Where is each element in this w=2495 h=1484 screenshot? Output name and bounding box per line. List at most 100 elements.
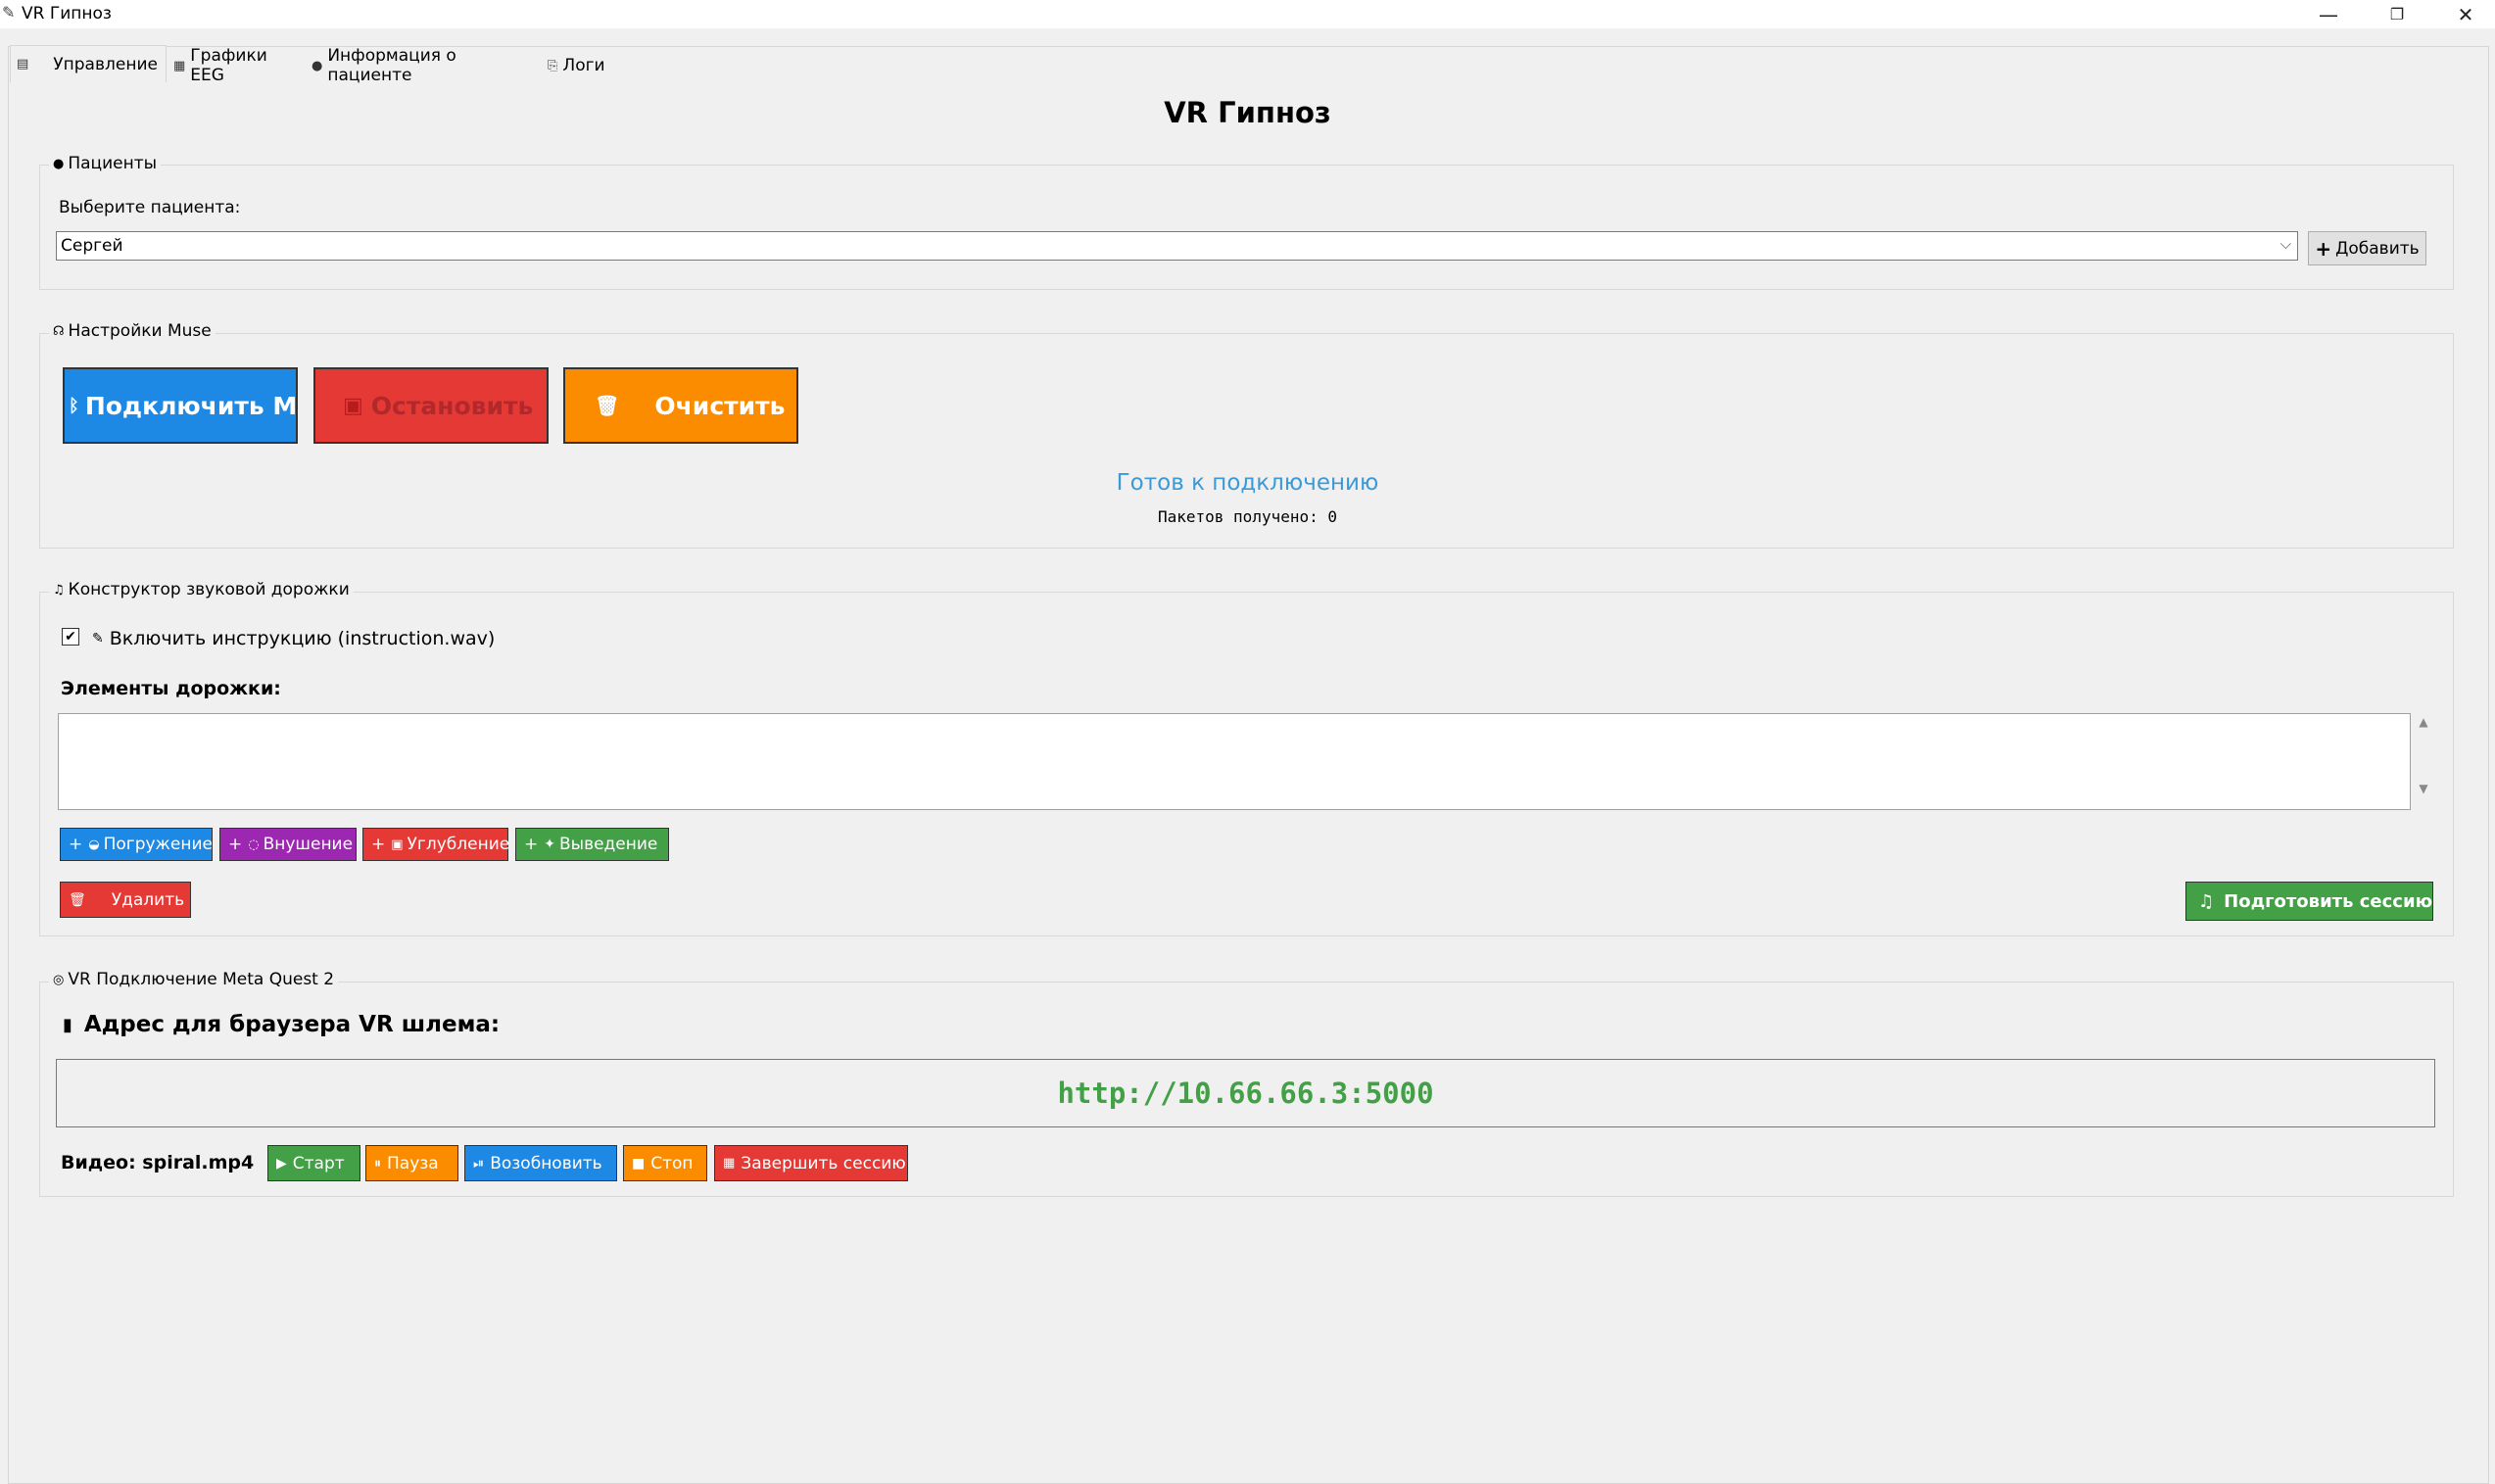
video-label: Видео: spiral.mp4 [61, 1152, 255, 1173]
muse-group-label: ☊ Настройки Muse [49, 321, 216, 341]
pause-icon: ⏸ [374, 1155, 381, 1172]
speech-bubble-icon: ◌ [248, 837, 260, 852]
scroll-up-icon[interactable]: ▲ [2412, 715, 2435, 729]
vr-url[interactable]: http://10.66.66.3:5000 [1057, 1077, 1433, 1110]
video-stop-label: Стоп [650, 1153, 694, 1173]
group-label-text: Пациенты [68, 154, 158, 173]
include-instruction-label: ✎ Включить инструкцию (instruction.wav) [92, 628, 495, 649]
add-immersion-label: Погружение [103, 835, 213, 854]
prepare-session-button[interactable]: ♫ Подготовить сессию [2185, 882, 2433, 921]
track-elements-label: Элементы дорожки: [61, 678, 281, 699]
connect-muse-label: Подключить Muse [84, 391, 298, 420]
minimize-icon[interactable]: — [2294, 0, 2363, 28]
video-resume-label: Возобновить [490, 1153, 602, 1173]
person-icon: ● [312, 58, 323, 73]
page-title: VR Гипноз [1164, 96, 1331, 129]
chevron-down-icon: ⌵ [2279, 235, 2291, 253]
video-start-label: Старт [292, 1153, 345, 1173]
delete-element-button[interactable]: 🗑 Удалить [60, 882, 191, 918]
tab-control[interactable]: ▤ Управление [10, 45, 167, 82]
tab-label: Управление [53, 54, 158, 74]
video-start-button[interactable]: ▶ Старт [267, 1145, 360, 1181]
patient-select-value: Сергей [61, 236, 123, 256]
clear-button[interactable]: 🗑 Очистить [563, 367, 798, 444]
connection-status: Готов к подключению [1116, 470, 1379, 496]
bluetooth-icon: ᛒ [69, 395, 79, 416]
include-instruction-checkbox[interactable]: ✔ [62, 628, 79, 646]
track-list-scrollbar[interactable]: ▲ ▼ [2412, 713, 2435, 810]
stop-muse-button[interactable]: ▣ Остановить [313, 367, 549, 444]
window-title: VR Гипноз [22, 4, 112, 24]
vr-group-label: ◎ VR Подключение Meta Quest 2 [49, 970, 339, 989]
microphone-icon: ✎ [92, 631, 104, 646]
prepare-session-label: Подготовить сессию [2224, 890, 2433, 912]
delete-element-label: Удалить [111, 889, 185, 910]
include-instruction-text: Включить инструкцию (instruction.wav) [109, 628, 496, 649]
music-note-icon: ♫ [2198, 890, 2215, 912]
music-note-icon: ♫ [53, 582, 65, 598]
add-deepening-button[interactable]: + ▣ Углубление [362, 828, 510, 861]
chart-icon: ▦ [173, 58, 186, 73]
plus-icon: + [2315, 236, 2332, 261]
vr-headset-icon: ◎ [53, 972, 65, 987]
wave-icon: ◒ [88, 837, 100, 852]
add-suggestion-button[interactable]: + ◌ Внушение [219, 828, 357, 861]
add-immersion-button[interactable]: + ◒ Погружение [60, 828, 213, 861]
document-icon: ⎘ [548, 58, 558, 73]
connect-muse-button[interactable]: ᛒ Подключить Muse [63, 367, 298, 444]
plus-icon: + [371, 835, 386, 854]
patients-group [39, 165, 2454, 290]
checkmark-icon: ✔ [65, 629, 76, 645]
video-pause-button[interactable]: ⏸ Пауза [365, 1145, 458, 1181]
stop-icon: ▣ [343, 393, 363, 418]
group-label-text: VR Подключение Meta Quest 2 [68, 970, 335, 989]
stop-muse-label: Остановить [370, 391, 534, 420]
layers-icon: ▣ [391, 837, 404, 852]
close-icon[interactable]: ✕ [2431, 0, 2495, 28]
play-icon: ▶ [276, 1155, 287, 1172]
add-deepening-label: Углубление [407, 835, 510, 854]
plus-icon: + [69, 835, 83, 854]
add-suggestion-label: Внушение [263, 835, 354, 854]
plus-icon: + [228, 835, 243, 854]
audio-track-group-label: ♫ Конструктор звуковой дорожки [49, 580, 354, 599]
vr-address-label: Адрес для браузера VR шлема: [83, 1012, 501, 1037]
group-label-text: Конструктор звуковой дорожки [68, 580, 350, 599]
tab-logs[interactable]: ⎘ Логи [542, 49, 620, 82]
headset-icon: ☊ [53, 323, 65, 339]
plus-icon: + [524, 835, 539, 854]
packets-counter: Пакетов получено: 0 [1157, 507, 1338, 526]
track-elements-list[interactable] [58, 713, 2411, 810]
calendar-icon: ▦ [723, 1156, 736, 1171]
restore-icon[interactable]: ❐ [2363, 0, 2431, 28]
trash-icon: 🗑 [595, 394, 620, 417]
vr-url-box: http://10.66.66.3:5000 [56, 1059, 2435, 1127]
panel-icon: ▤ [17, 57, 29, 72]
stop-icon: ■ [632, 1155, 646, 1172]
title-bar: ✎ VR Гипноз — ❐ ✕ [0, 0, 2495, 28]
scroll-down-icon[interactable]: ▼ [2412, 782, 2435, 795]
phone-icon: ▮ [63, 1014, 72, 1035]
add-emergence-button[interactable]: + ✦ Выведение [515, 828, 669, 861]
patients-group-label: ● Пациенты [49, 154, 162, 173]
tab-label: Информация о пациенте [327, 46, 456, 85]
add-patient-button[interactable]: + Добавить [2308, 231, 2426, 265]
clear-label: Очистить [654, 391, 786, 420]
vr-address-heading: ▮ Адрес для браузера VR шлема: [63, 1012, 500, 1037]
video-resume-button[interactable]: ⏯ Возобновить [464, 1145, 617, 1181]
end-session-button[interactable]: ▦ Завершить сессию [714, 1145, 908, 1181]
tab-eeg-charts[interactable]: ▦ Графики EEG [168, 46, 305, 85]
feather-icon: ✎ [2, 3, 16, 22]
group-label-text: Настройки Muse [68, 321, 212, 341]
video-pause-label: Пауза [387, 1153, 439, 1173]
trash-icon: 🗑 [69, 891, 86, 908]
resume-icon: ⏯ [473, 1155, 485, 1172]
tab-label: Графики EEG [190, 46, 267, 85]
end-session-label: Завершить сессию [741, 1153, 906, 1173]
patient-select[interactable]: Сергей ⌵ [56, 231, 2298, 261]
video-stop-button[interactable]: ■ Стоп [623, 1145, 707, 1181]
add-emergence-label: Выведение [558, 835, 658, 854]
sparkle-icon: ✦ [544, 837, 555, 852]
tab-patient-info[interactable]: ● Информация о пациенте [306, 46, 541, 85]
person-icon: ● [53, 156, 65, 171]
